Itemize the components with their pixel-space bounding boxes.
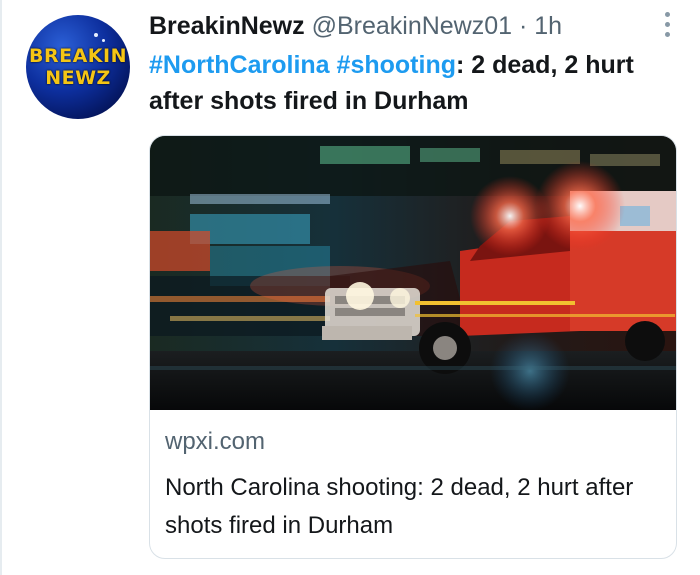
avatar-logo-text: BREAKIN NEWZ: [29, 45, 127, 89]
separator: ·: [519, 12, 528, 40]
hashtag-link[interactable]: #shooting: [337, 51, 456, 79]
user-handle[interactable]: @BreakinNewz01: [312, 12, 512, 40]
card-title: North Carolina shooting: 2 dead, 2 hurt …: [165, 474, 634, 539]
hashtag-link[interactable]: #NorthCarolina: [149, 51, 330, 79]
sparkle-decoration: [102, 39, 105, 42]
avatar-line-2: NEWZ: [45, 67, 111, 89]
timestamp[interactable]: 1h: [534, 12, 562, 40]
card-domain: wpxi.com: [165, 428, 266, 455]
ambulance-photo: [150, 136, 676, 410]
tweet-text: #NorthCarolina #shooting: 2 dead, 2 hurt…: [149, 47, 649, 119]
avatar-line-1: BREAKIN: [29, 45, 127, 67]
sparkle-decoration: [94, 33, 98, 37]
more-vertical-icon[interactable]: [662, 12, 672, 37]
avatar[interactable]: BREAKIN NEWZ: [26, 15, 130, 119]
divider: [0, 0, 2, 575]
display-name[interactable]: BreakinNewz: [149, 12, 305, 40]
link-card[interactable]: wpxi.com North Carolina shooting: 2 dead…: [149, 135, 677, 559]
tweet-header: BreakinNewz @BreakinNewz01 · 1h: [149, 8, 680, 44]
